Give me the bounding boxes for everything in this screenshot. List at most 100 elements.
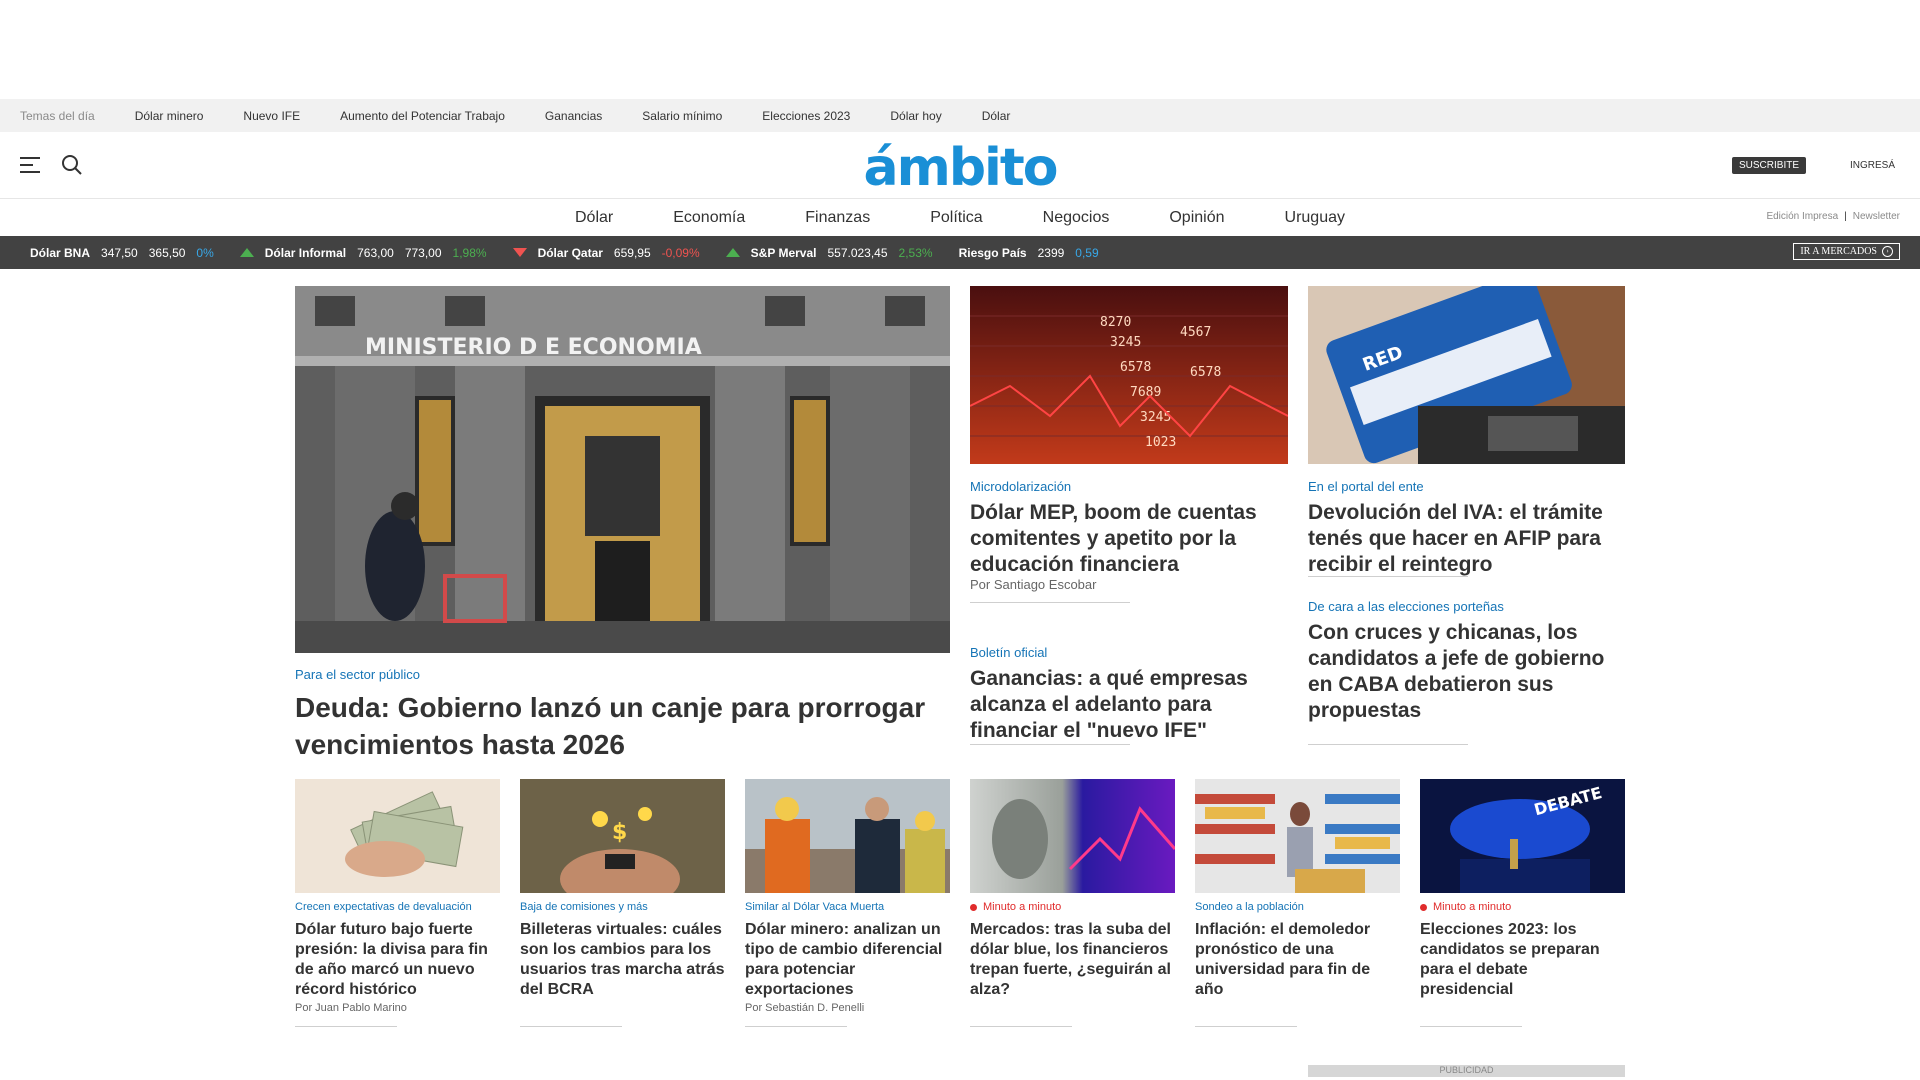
card-kicker: Minuto a minuto xyxy=(983,901,1062,913)
divider xyxy=(745,1026,847,1027)
topic-link[interactable]: Dólar minero xyxy=(135,109,204,123)
nav-item[interactable]: Uruguay xyxy=(1285,209,1345,227)
svg-text:8270: 8270 xyxy=(1100,315,1131,330)
article-byline[interactable]: Por Santiago Escobar xyxy=(970,577,1096,592)
divider xyxy=(1308,744,1468,745)
hero-image[interactable]: MINISTERIO D E ECONOMIA xyxy=(295,286,950,653)
ticker-buy: 557.023,45 xyxy=(827,245,888,260)
nav-item[interactable]: Finanzas xyxy=(805,209,870,227)
ticker-change: 0,59 xyxy=(1075,245,1099,260)
card-kicker: Minuto a minuto xyxy=(1433,901,1512,913)
nav-item[interactable]: Dólar xyxy=(575,209,613,227)
ticker-buy: 2399 xyxy=(1037,245,1065,260)
divider xyxy=(970,602,1130,603)
article-title[interactable]: Devolución del IVA: el trámite tenés que… xyxy=(1308,500,1625,578)
article-kicker[interactable]: De cara a las elecciones porteñas xyxy=(1308,599,1504,614)
svg-text:$: $ xyxy=(612,820,627,845)
subscribe-button[interactable]: SUSCRIBITE xyxy=(1731,157,1806,174)
card-kicker[interactable]: Similar al Dólar Vaca Muerta xyxy=(745,901,884,913)
card-title[interactable]: Dólar minero: analizan un tipo de cambio… xyxy=(745,920,950,1000)
card-title[interactable]: Mercados: tras la suba del dólar blue, l… xyxy=(970,920,1175,1000)
nav-item[interactable]: Negocios xyxy=(1043,209,1110,227)
article-kicker[interactable]: En el portal del ente xyxy=(1308,479,1424,494)
live-badge[interactable]: Minuto a minuto xyxy=(970,901,1061,913)
article-image-card-payment[interactable]: RED xyxy=(1308,286,1625,464)
ticker-item[interactable]: S&P Merval 557.023,45 2,53% xyxy=(725,245,933,260)
card-title[interactable]: Elecciones 2023: los candidatos se prepa… xyxy=(1420,920,1625,1000)
ticker-change: 1,98% xyxy=(452,245,487,260)
card-byline[interactable]: Por Juan Pablo Marino xyxy=(295,1002,407,1014)
article-title[interactable]: Con cruces y chicanas, los candidatos a … xyxy=(1308,620,1625,724)
topic-link[interactable]: Elecciones 2023 xyxy=(762,109,850,123)
hamburger-menu-icon[interactable] xyxy=(20,156,40,174)
hero-kicker[interactable]: Para el sector público xyxy=(295,667,420,682)
card-kicker[interactable]: Sondeo a la población xyxy=(1195,901,1304,913)
ticker-change: 2,53% xyxy=(898,245,933,260)
trend-up-icon xyxy=(239,248,254,257)
card-image-money[interactable] xyxy=(295,779,500,893)
divider xyxy=(520,1026,622,1027)
card-image-mining-workers[interactable] xyxy=(745,779,950,893)
divider xyxy=(295,1026,397,1027)
topic-link[interactable]: Dólar xyxy=(982,109,1011,123)
card-byline[interactable]: Por Sebastián D. Penelli xyxy=(745,1002,864,1014)
markets-button-label: IR A MERCADOS xyxy=(1800,246,1877,257)
topic-link[interactable]: Dólar hoy xyxy=(890,109,941,123)
card-image-supermarket[interactable] xyxy=(1195,779,1400,893)
live-badge[interactable]: Minuto a minuto xyxy=(1420,901,1511,913)
topics-lead: Temas del día xyxy=(20,108,95,123)
divider xyxy=(970,744,1130,745)
live-dot-icon xyxy=(970,903,977,911)
ticker-item[interactable]: Dólar BNA 347,50 365,50 0% xyxy=(30,246,214,260)
ticker-change: -0,09% xyxy=(661,245,700,260)
article-kicker[interactable]: Microdolarización xyxy=(970,479,1071,494)
newsletter-link[interactable]: Newsletter xyxy=(1853,211,1900,222)
svg-text:6578: 6578 xyxy=(1120,360,1151,375)
ticker-name: Riesgo País xyxy=(958,245,1027,260)
nav-item[interactable]: Economía xyxy=(673,209,745,227)
ticker-item[interactable]: Dólar Informal 763,00 773,00 1,98% xyxy=(239,245,487,260)
ticker-item[interactable]: Dólar Qatar 659,95 -0,09% xyxy=(512,245,700,260)
site-logo[interactable]: ámbito xyxy=(864,138,1059,198)
svg-text:1023: 1023 xyxy=(1145,435,1176,450)
card-kicker[interactable]: Crecen expectativas de devaluación xyxy=(295,901,472,913)
topics-bar: Temas del día Dólar minero Nuevo IFE Aum… xyxy=(0,99,1920,132)
ticker-name: S&P Merval xyxy=(750,245,817,260)
article-title[interactable]: Ganancias: a qué empresas alcanza el ade… xyxy=(970,666,1288,744)
card-image-dollar-bill[interactable] xyxy=(970,779,1175,893)
card-image-debate-stage[interactable]: DEBATE xyxy=(1420,779,1625,893)
svg-text:6578: 6578 xyxy=(1190,365,1221,380)
markets-button[interactable]: IR A MERCADOS › xyxy=(1793,243,1900,260)
nav-item[interactable]: Opinión xyxy=(1169,209,1224,227)
article-title[interactable]: Dólar MEP, boom de cuentas comitentes y … xyxy=(970,500,1288,578)
trend-down-icon xyxy=(512,248,527,257)
market-ticker: Dólar BNA 347,50 365,50 0% Dólar Informa… xyxy=(0,236,1920,269)
site-header: ámbito SUSCRIBITE INGRESÁ xyxy=(0,132,1920,199)
card-kicker[interactable]: Baja de comisiones y más xyxy=(520,901,648,913)
topic-link[interactable]: Aumento del Potenciar Trabajo xyxy=(340,109,505,123)
card-image-phone-wallet[interactable]: $ xyxy=(520,779,725,893)
ticker-sell: 365,50 xyxy=(148,245,186,260)
ticker-name: Dólar BNA xyxy=(30,245,91,260)
card-title[interactable]: Inflación: el demoledor pronóstico de un… xyxy=(1195,920,1400,1000)
search-icon[interactable] xyxy=(61,154,83,176)
divider xyxy=(970,1026,1072,1027)
ticker-change: 0% xyxy=(196,245,214,260)
ticker-name: Dólar Qatar xyxy=(537,245,603,260)
svg-text:3245: 3245 xyxy=(1110,335,1141,350)
topic-link[interactable]: Nuevo IFE xyxy=(243,109,300,123)
card-title[interactable]: Billeteras virtuales: cuáles son los cam… xyxy=(520,920,725,1000)
hero-title[interactable]: Deuda: Gobierno lanzó un canje para pror… xyxy=(295,689,950,763)
ticker-buy: 347,50 xyxy=(101,245,138,260)
content-area: MINISTERIO D E ECONOMIA Para el sector p… xyxy=(0,269,1920,1077)
article-image-market-chart[interactable]: 8270 3245 6578 7689 3245 1023 4567 6578 xyxy=(970,286,1288,464)
article-kicker[interactable]: Boletín oficial xyxy=(970,645,1047,660)
nav-item[interactable]: Política xyxy=(930,209,982,227)
topic-link[interactable]: Ganancias xyxy=(545,109,602,123)
edition-link[interactable]: Edición Impresa xyxy=(1766,211,1838,222)
ticker-item[interactable]: Riesgo País 2399 0,59 xyxy=(959,246,1099,260)
login-link[interactable]: INGRESÁ xyxy=(1850,160,1895,171)
topic-link[interactable]: Salario mínimo xyxy=(642,109,722,123)
utility-links: Edición Impresa | Newsletter xyxy=(1766,211,1900,222)
card-title[interactable]: Dólar futuro bajo fuerte presión: la div… xyxy=(295,920,500,1000)
